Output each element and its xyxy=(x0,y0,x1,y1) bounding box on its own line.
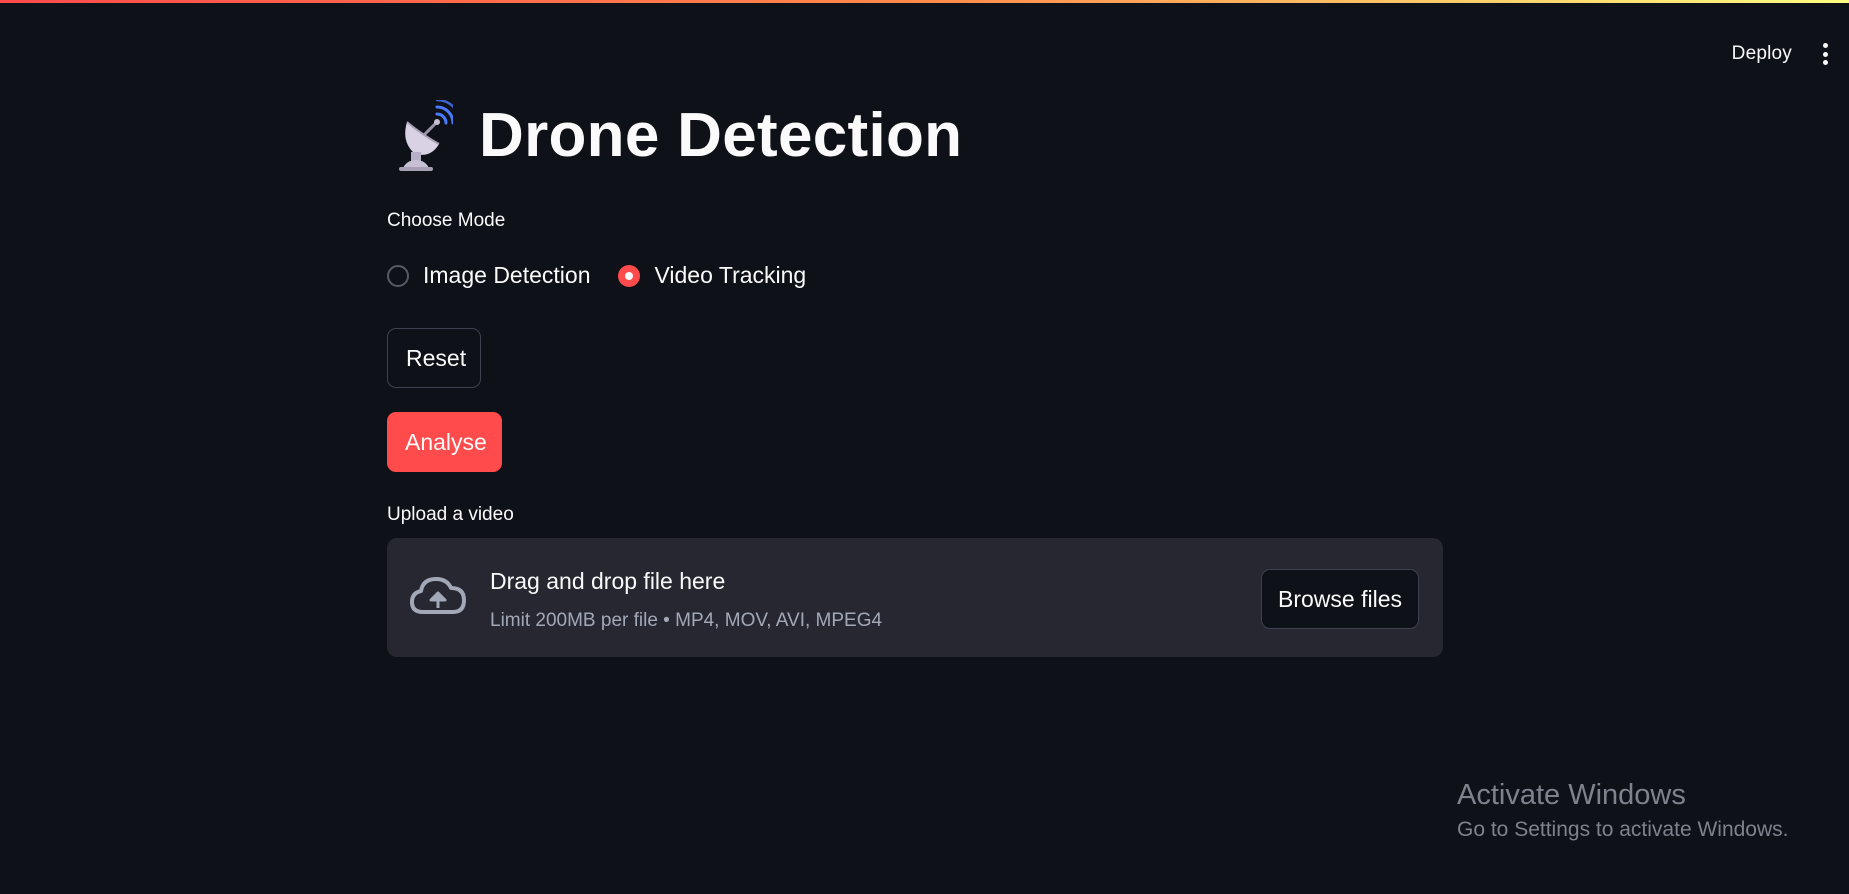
dropzone-title: Drag and drop file here xyxy=(490,568,726,594)
mode-radio-group: Image Detection Video Tracking xyxy=(387,262,834,289)
kebab-menu-icon[interactable] xyxy=(1820,41,1830,67)
watermark-subtitle: Go to Settings to activate Windows. xyxy=(1457,817,1789,841)
file-dropzone[interactable]: Drag and drop file here Limit 200MB per … xyxy=(387,538,1443,657)
watermark-title: Activate Windows xyxy=(1457,779,1686,811)
browse-files-button[interactable]: Browse files xyxy=(1261,569,1419,629)
top-decoration-stripe xyxy=(0,0,1849,3)
satellite-antenna-icon xyxy=(399,100,453,171)
dropzone-limit-text: Limit 200MB per file • MP4, MOV, AVI, MP… xyxy=(490,610,883,631)
radio-video-tracking[interactable]: Video Tracking xyxy=(618,262,806,289)
deploy-button[interactable]: Deploy xyxy=(1732,43,1792,65)
analyse-button[interactable]: Analyse xyxy=(387,412,502,472)
cloud-upload-icon xyxy=(410,577,466,614)
mode-label: Choose Mode xyxy=(387,210,506,231)
radio-unchecked-icon xyxy=(387,264,409,287)
radio-label: Video Tracking xyxy=(654,262,807,288)
radio-image-detection[interactable]: Image Detection xyxy=(387,262,590,289)
header-toolbar: Deploy xyxy=(1732,40,1849,68)
page-header: Drone Detection xyxy=(387,100,962,172)
page-title: Drone Detection xyxy=(479,101,963,170)
reset-button[interactable]: Reset xyxy=(387,328,481,388)
upload-label: Upload a video xyxy=(387,504,514,525)
windows-activation-watermark: Activate Windows Go to Settings to activ… xyxy=(1457,779,1789,842)
radio-checked-icon xyxy=(618,264,641,287)
radio-label: Image Detection xyxy=(423,262,591,288)
